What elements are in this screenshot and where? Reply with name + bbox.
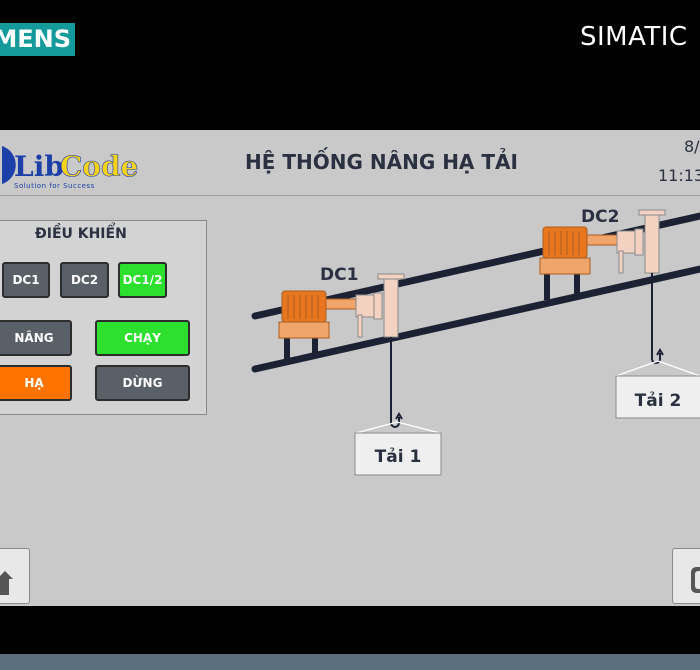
home-icon [0,571,13,595]
brand-logo: SIEMENS [0,23,75,56]
time-display: 11:13 [658,166,700,185]
device-bezel-top: SIEMENS SIMATIC [0,0,700,130]
home-button[interactable] [0,548,30,604]
logo-tagline: Solution for Success [14,182,95,190]
next-page-icon [691,567,700,593]
hoist-dc1 [278,273,441,434]
hoist-dc2 [539,209,700,377]
motor2-label: DC2 [581,207,619,227]
load2-label: Tải 2 [635,391,682,411]
motor1-label: DC1 [320,265,358,285]
libcode-logo: Lib Code Solution for Success [2,146,139,190]
device-base-strip [0,654,700,670]
load1-label: Tải 1 [375,447,422,467]
logo-text-lib: Lib [14,150,64,183]
logo-text-code: Code [60,150,138,183]
next-page-button[interactable] [672,548,700,604]
hmi-screen: Lib Code Solution for Success HỆ THỐNG N… [0,130,700,606]
page-title: HỆ THỐNG NÂNG HẠ TẢI [245,150,518,174]
date-display: 8/ [684,137,700,156]
device-bezel-bottom [0,606,700,654]
hoist-scene: DC1 DC2 Tải 1 Tải 2 [251,207,700,476]
device-model-label: SIMATIC [580,22,688,52]
header: Lib Code Solution for Success HỆ THỐNG N… [0,130,700,196]
